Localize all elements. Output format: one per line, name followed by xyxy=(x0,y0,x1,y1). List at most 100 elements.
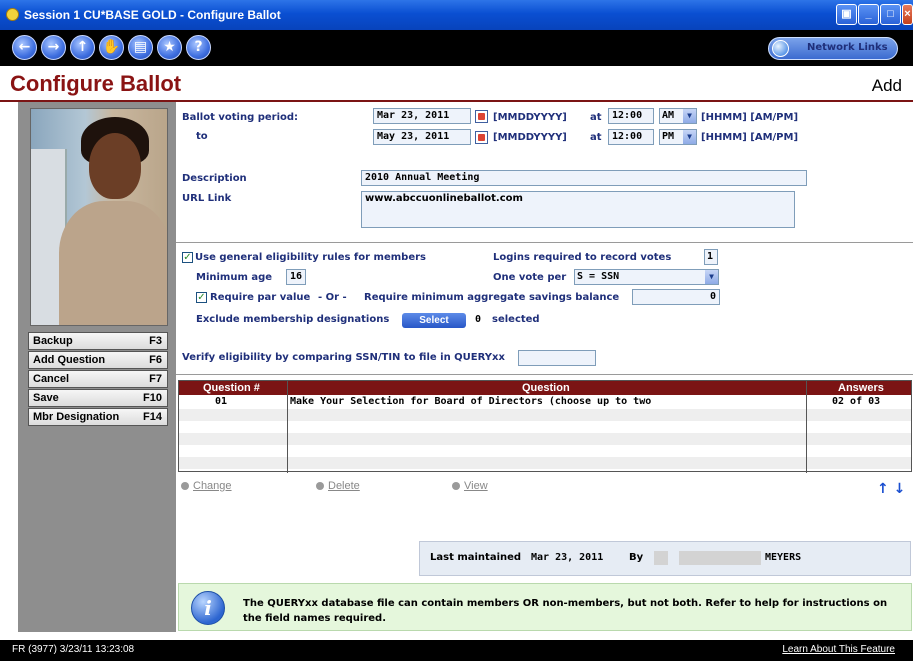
start-date-field[interactable]: Mar 23, 2011 xyxy=(373,108,471,124)
last-maintained-panel: Last maintained Mar 23, 2011 By MEYERS xyxy=(419,541,911,576)
table-row[interactable]: 01 Make Your Selection for Board of Dire… xyxy=(179,396,911,408)
end-date-format: [MMDDYYYY] xyxy=(493,132,567,143)
table-row[interactable] xyxy=(179,433,911,445)
back-icon[interactable]: ← xyxy=(12,35,37,60)
min-age-field[interactable]: 16 xyxy=(286,269,306,285)
globe-icon xyxy=(772,40,789,57)
table-row[interactable] xyxy=(179,445,911,457)
app-logo-icon xyxy=(6,8,19,21)
favorites-star-icon[interactable]: ★ xyxy=(157,35,182,60)
start-calendar-icon[interactable] xyxy=(475,110,488,123)
learn-feature-link[interactable]: Learn About This Feature xyxy=(782,644,895,655)
start-time-format: [HHMM] [AM/PM] xyxy=(701,112,799,123)
photo-face xyxy=(89,133,141,199)
redacted-user-name xyxy=(679,551,761,565)
network-links-label: Network Links xyxy=(807,42,888,53)
fkey-label: Save xyxy=(33,392,59,404)
maximize-icon[interactable]: □ xyxy=(880,4,901,25)
table-row[interactable] xyxy=(179,409,911,421)
description-label: Description xyxy=(182,173,247,184)
page-title: Configure Ballot xyxy=(10,71,182,96)
arrow-down-icon[interactable]: ↓ xyxy=(894,481,906,497)
nav-bar: ← → ↑ ✋ ▤ ★ ? Network Links xyxy=(0,30,913,66)
question-text-cell: Make Your Selection for Board of Directo… xyxy=(290,396,652,407)
or-label: - Or - xyxy=(318,292,347,303)
last-maintained-label: Last maintained xyxy=(430,552,522,563)
par-value-checkbox[interactable]: ✓ xyxy=(196,292,207,303)
one-vote-label: One vote per xyxy=(493,272,567,283)
restore-icon[interactable]: ▣ xyxy=(836,4,857,25)
view-action[interactable]: View xyxy=(452,480,488,492)
close-icon[interactable]: × xyxy=(902,4,913,25)
radio-dot-icon xyxy=(452,482,460,491)
info-icon: i xyxy=(191,591,225,625)
cancel-button[interactable]: Cancel F7 xyxy=(28,370,168,388)
general-rules-label: Use general eligibility rules for member… xyxy=(195,252,426,263)
verify-file-field[interactable] xyxy=(518,350,596,366)
start-ampm-value: AM xyxy=(662,110,675,121)
fkey-label: Mbr Designation xyxy=(33,411,120,423)
feature-photo xyxy=(30,108,168,326)
backup-button[interactable]: Backup F3 xyxy=(28,332,168,350)
scroll-arrows: ↑ ↓ xyxy=(877,481,905,497)
selected-label: selected xyxy=(492,314,540,325)
general-rules-checkbox[interactable]: ✓ xyxy=(182,252,193,263)
fkey-label: Add Question xyxy=(33,354,106,366)
function-key-list: Backup F3 Add Question F6 Cancel F7 Save F10… xyxy=(28,332,168,427)
start-date-format: [MMDDYYYY] xyxy=(493,112,567,123)
maintained-user: MEYERS xyxy=(765,552,802,563)
divider xyxy=(176,374,913,375)
info-panel: i The QUERYxx database file can contain … xyxy=(178,583,912,631)
select-designations-button[interactable]: Select xyxy=(402,313,466,328)
network-links-button[interactable]: Network Links xyxy=(768,37,898,60)
info-text: The QUERYxx database file can contain me… xyxy=(243,598,888,624)
table-row[interactable] xyxy=(179,457,911,469)
to-label: to xyxy=(196,131,208,142)
mbr-designation-button[interactable]: Mbr Designation F14 xyxy=(28,408,168,426)
stop-hand-icon[interactable]: ✋ xyxy=(99,35,124,60)
url-link-field[interactable]: www.abccuonlineballot.com xyxy=(361,191,795,228)
page-mode: Add xyxy=(871,76,902,95)
start-at-label: at xyxy=(590,112,602,123)
exclude-label: Exclude membership designations xyxy=(196,314,390,325)
chevron-down-icon: ▼ xyxy=(683,130,696,144)
radio-dot-icon xyxy=(181,482,189,491)
start-ampm-select[interactable]: AM ▼ xyxy=(659,108,697,124)
status-bar: FR (3977) 3/23/11 13:23:08 Learn About T… xyxy=(0,640,913,661)
end-ampm-select[interactable]: PM ▼ xyxy=(659,129,697,145)
end-at-label: at xyxy=(590,132,602,143)
print-icon[interactable]: ▤ xyxy=(128,35,153,60)
add-question-button[interactable]: Add Question F6 xyxy=(28,351,168,369)
description-field[interactable]: 2010 Annual Meeting xyxy=(361,170,807,186)
photo-body xyxy=(59,201,167,325)
logins-field[interactable]: 1 xyxy=(704,249,718,265)
help-icon[interactable]: ? xyxy=(186,35,211,60)
start-time-field[interactable]: 12:00 xyxy=(608,108,654,124)
question-num-cell: 01 xyxy=(215,396,228,407)
change-action[interactable]: Change xyxy=(181,480,232,492)
url-link-label: URL Link xyxy=(182,193,232,204)
chevron-down-icon: ▼ xyxy=(705,270,718,284)
table-row[interactable] xyxy=(179,421,911,433)
window-title: Session 1 CU*BASE GOLD - Configure Ballo… xyxy=(24,8,281,22)
by-label: By xyxy=(629,552,644,563)
save-button[interactable]: Save F10 xyxy=(28,389,168,407)
voting-period-label: Ballot voting period: xyxy=(182,112,299,123)
radio-dot-icon xyxy=(316,482,324,491)
home-up-icon[interactable]: ↑ xyxy=(70,35,95,60)
fkey-label: Cancel xyxy=(33,373,70,385)
end-date-field[interactable]: May 23, 2011 xyxy=(373,129,471,145)
arrow-up-icon[interactable]: ↑ xyxy=(877,481,889,497)
delete-action[interactable]: Delete xyxy=(316,480,360,492)
column-divider xyxy=(806,381,807,473)
questions-table: Question # Question Answers 01 Make Your… xyxy=(178,380,912,473)
col-question-num: Question # xyxy=(203,382,260,394)
end-calendar-icon[interactable] xyxy=(475,131,488,144)
page-header: Configure Ballot Add xyxy=(0,66,913,102)
minimize-icon[interactable]: _ xyxy=(858,4,879,25)
forward-icon[interactable]: → xyxy=(41,35,66,60)
min-aggregate-field[interactable]: 0 xyxy=(632,289,720,305)
one-vote-select[interactable]: S = SSN ▼ xyxy=(574,269,719,285)
end-time-field[interactable]: 12:00 xyxy=(608,129,654,145)
end-time-format: [HHMM] [AM/PM] xyxy=(701,132,799,143)
